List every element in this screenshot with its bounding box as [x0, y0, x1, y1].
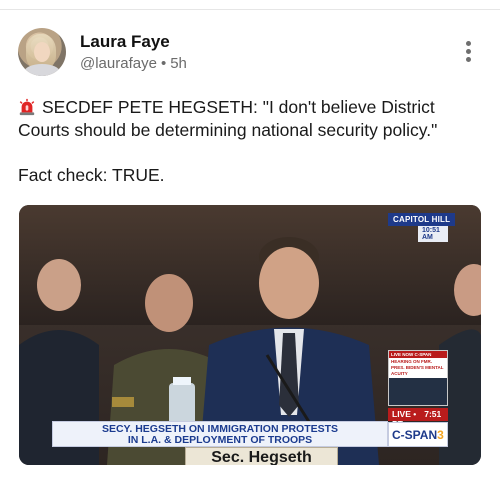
- clock-suffix: AM: [422, 234, 433, 241]
- author-handle[interactable]: @laurafaye: [80, 55, 157, 72]
- live-badge: LIVE •7:51 PT: [388, 408, 448, 429]
- top-divider: [0, 9, 500, 10]
- clock-time: 10:51: [422, 227, 440, 234]
- avatar-face: [34, 42, 50, 62]
- chyron-line-2: IN L.A. & DEPLOYMENT OF TROOPS: [127, 434, 313, 446]
- fact-check-text: Fact check: TRUE.: [18, 165, 165, 185]
- post-body: SECDEF PETE HEGSETH: "I don't believe Di…: [18, 96, 488, 142]
- location-label: CAPITOL HILL: [388, 213, 456, 226]
- more-options-icon[interactable]: [458, 41, 478, 67]
- live-label: LIVE •: [392, 409, 417, 419]
- pip-label: LIVE NOW C-SPAN: [389, 351, 447, 358]
- post-text: SECDEF PETE HEGSETH: "I don't believe Di…: [18, 97, 438, 140]
- avatar-shirt: [24, 64, 60, 76]
- post-meta: @laurafaye • 5h: [80, 55, 187, 72]
- live-time: 7:51: [424, 409, 442, 419]
- network-name: C-SPAN: [392, 428, 438, 442]
- author-name[interactable]: Laura Faye: [80, 32, 170, 52]
- network-number: 3: [437, 428, 444, 442]
- avatar[interactable]: [18, 28, 66, 76]
- meta-separator: •: [160, 55, 167, 72]
- clock: 10:51 AM: [418, 226, 448, 242]
- picture-in-picture: LIVE NOW C-SPAN HEARING ON FMR. PRES. BI…: [388, 350, 448, 406]
- nameplate: Sec. Hegseth: [185, 447, 338, 465]
- chyron: SECY. HEGSETH ON IMMIGRATION PROTESTS IN…: [52, 421, 388, 447]
- location-tag: CAPITOL HILL 10:51 AM: [388, 213, 456, 242]
- network-logo: C-SPAN3: [388, 422, 448, 447]
- post-time[interactable]: 5h: [170, 55, 187, 72]
- video-thumbnail[interactable]: CAPITOL HILL 10:51 AM LIVE NOW C-SPAN HE…: [19, 205, 481, 465]
- pip-text: HEARING ON FMR. PRES. BIDEN'S MENTAL ACU…: [389, 358, 447, 378]
- siren-icon: [19, 98, 35, 116]
